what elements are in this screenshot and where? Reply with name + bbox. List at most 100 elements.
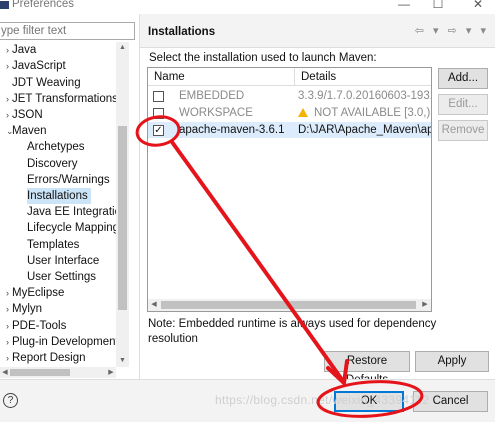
tree-item-label: JET Transformations <box>12 93 116 105</box>
scroll-left-icon[interactable]: ◀ <box>148 299 160 311</box>
tree-item-label: Mylyn <box>12 303 43 315</box>
scroll-down-icon[interactable]: ▼ <box>116 355 129 367</box>
column-header-name[interactable]: Name <box>148 68 295 86</box>
expand-icon[interactable]: › <box>6 285 9 301</box>
tree-item-label: User Settings <box>27 271 97 283</box>
installations-table: Name Details EMBEDDED 3.3.9/1.7.0.201606… <box>147 67 432 312</box>
tree-item-mylyn[interactable]: › Mylyn <box>6 301 43 317</box>
tree-item-label: JDT Weaving <box>12 77 81 89</box>
tree-item-label: User Interface <box>27 255 100 267</box>
tree-horizontal-scrollbar[interactable]: ◀ ▶ <box>0 367 116 378</box>
instruction-text: Select the installation used to launch M… <box>149 52 377 64</box>
tree-item-archetypes[interactable]: Archetypes <box>27 139 85 155</box>
tree-item-label: Lifecycle Mapping <box>27 222 116 234</box>
tree-item-label: JSON <box>12 109 43 121</box>
tree-item-javascript[interactable]: › JavaScript <box>6 58 66 74</box>
tree-item-label: Archetypes <box>27 141 85 153</box>
expand-icon[interactable]: › <box>6 42 9 58</box>
edit-button[interactable]: Edit... <box>438 94 488 115</box>
installation-details: NOT AVAILABLE [3.0,) <box>298 105 430 121</box>
add-button[interactable]: Add... <box>438 68 488 89</box>
tree-item-label: Errors/Warnings <box>27 174 110 186</box>
tree-item-label: Installations <box>27 190 88 202</box>
scroll-right-icon[interactable]: ▶ <box>106 367 116 378</box>
tree-item-jet-transformations[interactable]: › JET Transformations <box>6 91 116 107</box>
tree-item-java-ee-integration[interactable]: Java EE Integratio <box>27 204 116 220</box>
maximize-icon[interactable]: ☐ <box>426 0 450 11</box>
collapse-icon[interactable]: ⌄ <box>6 123 14 139</box>
tree-item-label: Java EE Integratio <box>27 206 116 218</box>
table-row[interactable]: WORKSPACE NOT AVAILABLE [3.0,) <box>148 105 431 121</box>
apply-button[interactable]: Apply <box>415 351 489 372</box>
tree-item-plug-in-development[interactable]: › Plug-in Development <box>6 334 116 350</box>
tree-item-jdt-weaving[interactable]: JDT Weaving <box>12 75 81 91</box>
watermark: https://blog.csdn.net/weixin_43394112 <box>215 393 430 407</box>
row-checkbox-checked[interactable]: ✓ <box>153 125 164 136</box>
tree-item-user-settings[interactable]: User Settings <box>27 269 96 285</box>
scrollbar-thumb[interactable] <box>118 126 127 310</box>
expand-icon[interactable]: › <box>6 334 9 350</box>
restore-defaults-button[interactable]: Restore Defaults <box>324 351 410 386</box>
tree-item-user-interface[interactable]: User Interface <box>27 253 99 269</box>
dependency-note: Note: Embedded runtime is always used fo… <box>148 318 437 345</box>
window-title: Preferences <box>12 0 75 10</box>
table-horizontal-scrollbar[interactable]: ◀ ▶ <box>148 299 431 311</box>
minimize-icon[interactable]: — <box>392 0 416 11</box>
tree-item-pde-tools[interactable]: › PDE-Tools <box>6 318 67 334</box>
filter-input[interactable] <box>0 22 135 40</box>
column-header-details[interactable]: Details <box>295 68 431 86</box>
tree-item-label: Java <box>12 44 37 56</box>
tree-item-label: MyEclipse <box>12 287 65 299</box>
tree-vertical-scrollbar[interactable]: ▲ ▼ <box>116 42 129 367</box>
app-logo-icon <box>0 1 9 9</box>
scrollbar-thumb[interactable] <box>10 369 70 376</box>
table-row[interactable]: EMBEDDED 3.3.9/1.7.0.20160603-1931 <box>148 88 431 104</box>
scroll-up-icon[interactable]: ▲ <box>116 42 129 54</box>
close-icon[interactable]: ✕ <box>466 0 490 11</box>
installation-details-text: NOT AVAILABLE [3.0,) <box>314 107 431 119</box>
history-nav-icons[interactable]: ⇦ ▾ ⇨ ▾ ▾ <box>415 24 489 37</box>
preference-tree: › Java › JavaScript JDT Weaving › JET Trans… <box>0 42 116 367</box>
tree-item-discovery[interactable]: Discovery <box>27 156 77 172</box>
tree-item-lifecycle-mapping[interactable]: Lifecycle Mapping <box>27 220 116 236</box>
installation-name: apache-maven-3.6.1 <box>179 124 285 136</box>
row-checkbox[interactable] <box>153 108 164 119</box>
installation-name: WORKSPACE <box>179 107 253 119</box>
title-bar: Preferences — ☐ ✕ <box>0 0 495 14</box>
installation-details: D:\JAR\Apache_Maven\apach <box>298 124 431 136</box>
tree-item-label: PDE-Tools <box>12 320 67 332</box>
tree-item-maven[interactable]: ⌄ Maven <box>6 123 47 139</box>
tree-item-templates[interactable]: Templates <box>27 237 79 253</box>
tree-item-label: Discovery <box>27 158 78 170</box>
tree-item-label: Templates <box>27 239 80 251</box>
tree-item-errors-warnings[interactable]: Errors/Warnings <box>27 172 110 188</box>
tree-item-json[interactable]: › JSON <box>6 107 43 123</box>
tree-item-installations[interactable]: Installations <box>27 188 91 204</box>
expand-icon[interactable]: › <box>6 301 9 317</box>
table-row[interactable]: ✓ apache-maven-3.6.1 D:\JAR\Apache_Maven… <box>148 122 431 138</box>
tree-item-label: Plug-in Development <box>12 336 116 348</box>
expand-icon[interactable]: › <box>6 318 9 334</box>
tree-item-java[interactable]: › Java <box>6 42 37 58</box>
scrollbar-thumb[interactable] <box>161 301 416 309</box>
tree-item-label: JavaScript <box>12 60 66 72</box>
pane-divider[interactable] <box>139 14 140 379</box>
installation-details: 3.3.9/1.7.0.20160603-1931 <box>298 90 432 102</box>
scroll-right-icon[interactable]: ▶ <box>419 299 431 311</box>
expand-icon[interactable]: › <box>6 58 9 74</box>
tree-item-myeclipse[interactable]: › MyEclipse <box>6 285 65 301</box>
tree-item-report-design[interactable]: › Report Design <box>6 350 86 366</box>
help-icon[interactable]: ? <box>3 393 18 408</box>
scroll-left-icon[interactable]: ◀ <box>0 367 10 378</box>
page-title: Installations <box>148 26 216 38</box>
warning-icon <box>298 108 308 117</box>
expand-icon[interactable]: › <box>6 350 9 366</box>
expand-icon[interactable]: › <box>6 107 9 123</box>
installation-name: EMBEDDED <box>179 90 245 102</box>
page-header: Installations ⇦ ▾ ⇨ ▾ ▾ <box>140 14 495 48</box>
remove-button[interactable]: Remove <box>438 120 488 141</box>
expand-icon[interactable]: › <box>6 91 9 107</box>
tree-item-label: Report Design <box>12 352 86 364</box>
row-checkbox[interactable] <box>153 91 164 102</box>
tree-item-label: Maven <box>12 125 47 137</box>
